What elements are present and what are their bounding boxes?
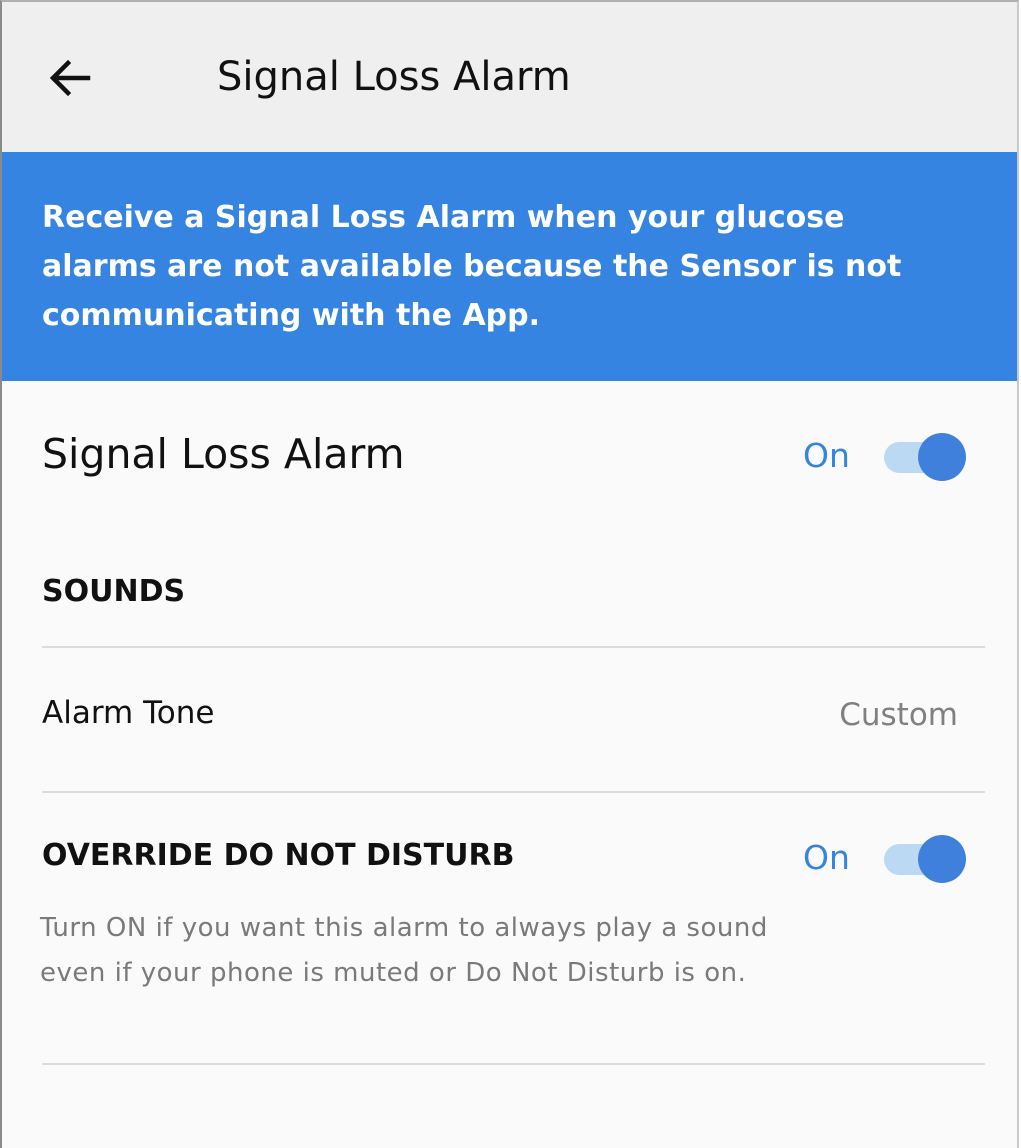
signal-loss-alarm-state: On [803,436,850,475]
override-dnd-header: OVERRIDE DO NOT DISTURB [42,838,515,873]
override-dnd-state: On [803,838,850,877]
page-title: Signal Loss Alarm [217,54,571,100]
info-banner: Receive a Signal Loss Alarm when your gl… [2,152,1017,381]
sounds-section-header: SOUNDS [42,574,186,609]
app-bar: Signal Loss Alarm [2,2,1017,152]
app-screen: Signal Loss Alarm Receive a Signal Loss … [0,0,1019,1148]
arrow-left-icon [38,46,102,110]
signal-loss-alarm-toggle[interactable] [884,431,970,483]
override-dnd-toggle[interactable] [884,833,970,885]
back-button[interactable] [38,46,102,110]
signal-loss-alarm-label: Signal Loss Alarm [42,430,405,478]
divider [42,791,985,793]
alarm-tone-value: Custom [839,697,958,733]
divider [42,646,985,648]
divider [42,1063,985,1065]
toggle-thumb [918,433,966,481]
alarm-tone-label: Alarm Tone [42,695,215,731]
info-banner-text: Receive a Signal Loss Alarm when your gl… [42,200,902,333]
override-dnd-description: Turn ON if you want this alarm to always… [40,913,768,988]
toggle-thumb [918,835,966,883]
alarm-tone-row[interactable]: Alarm Tone Custom [42,652,958,788]
